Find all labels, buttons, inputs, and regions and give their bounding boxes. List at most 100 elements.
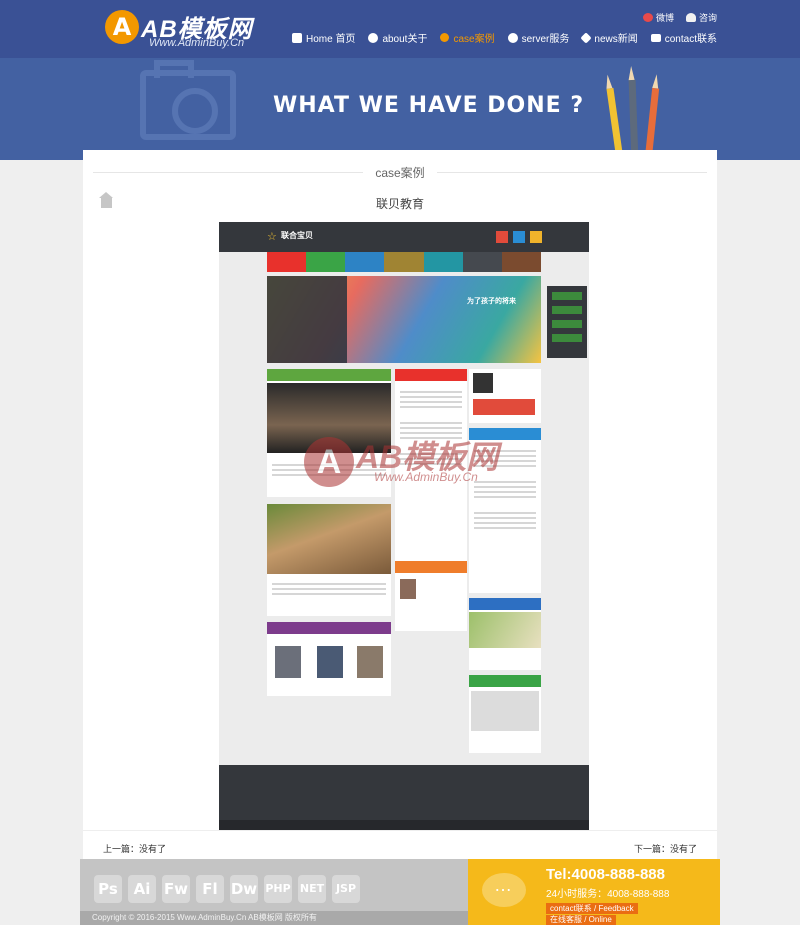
shot-band [469, 598, 541, 610]
consult-label: 咨询 [698, 13, 717, 23]
footer-contact: Tel:4008-888-888 24小时服务：4008-888-888 con… [468, 859, 720, 925]
nav-about[interactable]: about关于 [368, 30, 427, 45]
shot-mid-col-2 [395, 561, 467, 631]
shot-menu-item [423, 252, 463, 272]
bottom-divider [83, 830, 717, 831]
nav-label: server服务 [521, 34, 570, 45]
site-logo[interactable]: A AB模板网 Www.AdminBuy.Cn [105, 10, 255, 50]
link-icon [440, 33, 450, 42]
nav-server[interactable]: server服务 [507, 30, 570, 45]
shot-photo [400, 579, 416, 599]
ps-icon: Ps [94, 875, 122, 903]
page-banner: WHAT WE HAVE DONE ? [0, 58, 800, 160]
shot-photo [317, 646, 343, 678]
shot-button [473, 399, 535, 415]
banner-title: WHAT WE HAVE DONE ? [273, 93, 585, 118]
ai-icon: Ai [128, 875, 156, 903]
shot-menu-item [501, 252, 541, 272]
copyright-text: Copyright © 2016-2015 Www.AdminBuy.Cn AB… [80, 911, 468, 925]
shot-menu [267, 252, 541, 272]
shot-band [469, 675, 541, 687]
shot-recruit [469, 598, 541, 670]
shot-top-icons [496, 231, 542, 243]
phone-icon [530, 231, 542, 243]
watermark-logo: A AB模板网 Www.AdminBuy.Cn [304, 432, 504, 502]
nav-label: case案例 [453, 34, 495, 45]
star-icon: ☆ [267, 231, 277, 243]
shot-photo [469, 612, 541, 648]
gear-icon [507, 32, 518, 43]
shot-menu-item [267, 252, 307, 272]
dw-icon: Dw [230, 875, 258, 903]
info-icon [368, 32, 379, 43]
mail-icon [650, 33, 661, 42]
php-icon: PHP [264, 875, 292, 903]
weibo-link[interactable]: 微博 [642, 11, 674, 24]
home-icon [496, 231, 508, 243]
shot-band [267, 622, 391, 634]
watermark-mark: A [304, 437, 354, 487]
shot-photo [275, 646, 301, 678]
nav-news[interactable]: news新闻 [580, 30, 638, 45]
shot-header: ☆ 联合宝贝 [219, 222, 589, 252]
shot-hero-sidebar [267, 276, 347, 363]
shot-experts [267, 622, 391, 696]
shot-band [395, 369, 467, 381]
fl-icon: Fl [196, 875, 224, 903]
article-title: 联贝教育 [375, 197, 424, 211]
watermark-url: Www.AdminBuy.Cn [374, 470, 478, 484]
qr-code-image [473, 373, 493, 393]
shot-footer [219, 765, 589, 830]
prev-article-link[interactable]: 上一篇：没有了 [103, 842, 166, 855]
weibo-label: 微博 [655, 13, 674, 23]
shot-menu-item [384, 252, 424, 272]
person-icon [685, 13, 696, 22]
shot-contact [469, 675, 541, 753]
shot-menu-item [306, 252, 346, 272]
case-detail-card: case案例 联贝教育 ☆ 联合宝贝 为了孩子的将来 A AB模板网 Www.A… [83, 150, 717, 862]
tool-icons: Ps Ai Fw Fl Dw PHP NET JSP [94, 875, 360, 903]
net-icon: NET [298, 875, 326, 903]
weibo-icon [642, 13, 653, 22]
shot-band [267, 369, 391, 381]
telephone-number: Tel:4008-888-888 [546, 866, 665, 883]
logo-url: Www.AdminBuy.Cn [149, 37, 245, 49]
jsp-icon: JSP [332, 875, 360, 903]
camera-icon [140, 60, 236, 140]
next-article-link[interactable]: 下一篇：没有了 [634, 842, 697, 855]
shot-menu-item [462, 252, 502, 272]
shot-hero-banner: 为了孩子的将来 [267, 276, 541, 363]
nav-label: contact联系 [664, 34, 717, 45]
logo-mark: A [105, 10, 139, 44]
chat-icon [482, 873, 526, 907]
shot-photo [267, 504, 391, 574]
shot-hero-text: 为了孩子的将来 [467, 298, 516, 305]
section-title: case案例 [363, 164, 437, 181]
nav-case[interactable]: case案例 [440, 30, 495, 45]
site-header: A AB模板网 Www.AdminBuy.Cn 微博 咨询 Home 首页 ab… [0, 0, 800, 58]
shot-photo [357, 646, 383, 678]
nav-label: news新闻 [594, 34, 638, 45]
footer-tools: Ps Ai Fw Fl Dw PHP NET JSP Copyright © 2… [80, 859, 468, 925]
shot-left-col-2 [267, 504, 391, 616]
online-service-button[interactable]: 在线客服 / Online [546, 915, 616, 925]
case-screenshot-image: ☆ 联合宝贝 为了孩子的将来 A AB模板网 Www.AdminBuy.Cn [219, 222, 589, 830]
pencil-icon [628, 79, 639, 160]
main-nav: Home 首页 about关于 case案例 server服务 news新闻 c… [291, 30, 717, 45]
shot-menu-item [345, 252, 385, 272]
hotline-text: 24小时服务：4008-888-888 [546, 889, 670, 900]
fw-icon: Fw [162, 875, 190, 903]
nav-contact[interactable]: contact联系 [650, 30, 717, 45]
feedback-button[interactable]: contact联系 / Feedback [546, 903, 638, 914]
shot-band [395, 561, 467, 573]
shot-right-col [469, 369, 541, 423]
consult-link[interactable]: 咨询 [685, 11, 717, 24]
nav-home[interactable]: Home 首页 [291, 30, 356, 45]
top-links: 微博 咨询 [642, 11, 717, 24]
shot-side-panel [547, 286, 587, 358]
nav-label: Home 首页 [305, 34, 356, 45]
nav-label: about关于 [382, 34, 428, 45]
home-icon [291, 32, 302, 43]
wrench-icon [580, 31, 593, 44]
map-image [471, 691, 539, 731]
